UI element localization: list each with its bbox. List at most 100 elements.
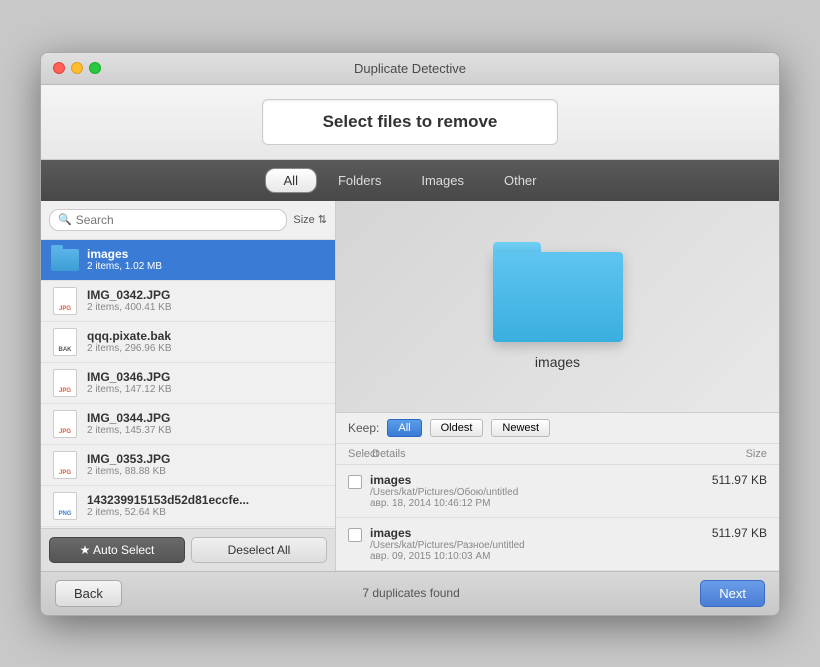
duplicate-item: images /Users/kat/Pictures/Разное/untitl… [336,518,779,571]
bottom-buttons: ★ Auto Select Deselect All [41,528,335,571]
file-name: IMG_0346.JPG [87,370,325,384]
back-button[interactable]: Back [55,580,122,607]
file-info: 143239915153d52d81eccfe... 2 items, 52.6… [87,493,325,518]
auto-select-button[interactable]: ★ Auto Select [49,537,185,563]
keep-row: Keep: All Oldest Newest [336,413,779,444]
main-window: Duplicate Detective Select files to remo… [40,52,780,616]
sort-label: Size [293,214,314,226]
dup-checkbox-1[interactable] [348,475,362,489]
tab-all[interactable]: All [265,168,317,193]
dup-size-2: 511.97 KB [687,526,767,540]
file-name: qqq.pixate.bak [87,329,325,343]
col-details-header: Details [372,448,687,460]
file-meta: 2 items, 52.64 KB [87,507,325,518]
file-meta: 2 items, 296.96 KB [87,343,325,354]
png-shape: PNG [53,492,77,520]
file-meta: 2 items, 145.37 KB [87,425,325,436]
file-meta: 2 items, 88.88 KB [87,466,325,477]
list-item[interactable]: JPG IMG_0342.JPG 2 items, 400.41 KB [41,281,335,322]
file-info: images 2 items, 1.02 MB [87,247,325,272]
dup-info-2: images /Users/kat/Pictures/Разное/untitl… [370,526,679,562]
sort-button[interactable]: Size ⇅ [293,213,327,226]
file-meta: 2 items, 147.12 KB [87,384,325,395]
header-banner: Select files to remove [41,85,779,160]
file-info: IMG_0346.JPG 2 items, 147.12 KB [87,370,325,395]
window-title: Duplicate Detective [354,61,466,76]
tab-images[interactable]: Images [402,168,483,193]
sort-icon: ⇅ [318,213,327,226]
keep-oldest-button[interactable]: Oldest [430,419,484,437]
left-panel: 🔍 Size ⇅ images 2 items, 1.02 M [41,201,336,571]
file-info: qqq.pixate.bak 2 items, 296.96 KB [87,329,325,354]
dup-info-1: images /Users/kat/Pictures/Обою/untitled… [370,473,679,509]
png-icon: PNG [51,492,79,520]
dup-path-1: /Users/kat/Pictures/Обою/untitled [370,487,679,498]
list-item[interactable]: JPG IMG_0346.JPG 2 items, 147.12 KB [41,363,335,404]
dup-date-2: авр. 09, 2015 10:10:03 AM [370,551,679,562]
file-name: IMG_0344.JPG [87,411,325,425]
dup-path-2: /Users/kat/Pictures/Разное/untitled [370,540,679,551]
jpg-icon: JPG [51,410,79,438]
jpg-icon: JPG [51,287,79,315]
jpg-icon: JPG [51,451,79,479]
dup-size-1: 511.97 KB [687,473,767,487]
header-title: Select files to remove [262,99,559,145]
file-info: IMG_0342.JPG 2 items, 400.41 KB [87,288,325,313]
duplicate-item: images /Users/kat/Pictures/Обою/untitled… [336,465,779,518]
dup-date-1: авр. 18, 2014 10:46:12 PM [370,498,679,509]
main-content: 🔍 Size ⇅ images 2 items, 1.02 M [41,201,779,571]
footer-status: 7 duplicates found [362,586,459,600]
jpg-shape: JPG [53,451,77,479]
search-input[interactable] [76,213,279,227]
list-item[interactable]: JPG IMG_0353.JPG 2 items, 88.88 KB [41,445,335,486]
search-bar: 🔍 Size ⇅ [41,201,335,240]
file-name: images [87,247,325,261]
list-item[interactable]: PNG 143239915153d52d81eccfe... 2 items, … [41,486,335,527]
titlebar: Duplicate Detective [41,53,779,85]
file-name: IMG_0353.JPG [87,452,325,466]
preview-name: images [535,354,580,370]
close-button[interactable] [53,62,65,74]
deselect-all-button[interactable]: Deselect All [191,537,327,563]
list-item[interactable]: images 2 items, 1.02 MB [41,240,335,281]
keep-label: Keep: [348,421,379,435]
col-size-header: Size [687,448,767,460]
folder-shape [51,249,79,271]
details-panel: Keep: All Oldest Newest Select Details S… [336,412,779,571]
search-wrapper: 🔍 [49,209,287,231]
minimize-button[interactable] [71,62,83,74]
file-meta: 2 items, 400.41 KB [87,302,325,313]
col-select-header: Select [348,448,372,460]
keep-all-button[interactable]: All [387,419,421,437]
tab-folders[interactable]: Folders [319,168,400,193]
preview-area: images [336,201,779,412]
search-icon: 🔍 [58,213,72,226]
list-item[interactable]: BAK qqq.pixate.bak 2 items, 296.96 KB [41,322,335,363]
tab-other[interactable]: Other [485,168,556,193]
bak-icon: BAK [51,328,79,356]
jpg-icon: JPG [51,369,79,397]
folder-preview-icon [493,242,623,342]
folder-icon [51,246,79,274]
dup-name-2: images [370,526,679,540]
keep-newest-button[interactable]: Newest [491,419,550,437]
footer-bar: Back 7 duplicates found Next [41,571,779,615]
file-info: IMG_0353.JPG 2 items, 88.88 KB [87,452,325,477]
file-info: IMG_0344.JPG 2 items, 145.37 KB [87,411,325,436]
list-item[interactable]: JPG IMG_0344.JPG 2 items, 145.37 KB [41,404,335,445]
file-list: images 2 items, 1.02 MB JPG IMG_0342.JPG… [41,240,335,528]
tabs-bar: All Folders Images Other [41,160,779,201]
jpg-shape: JPG [53,369,77,397]
file-name: 143239915153d52d81eccfe... [87,493,325,507]
maximize-button[interactable] [89,62,101,74]
jpg-shape: JPG [53,287,77,315]
traffic-lights [53,62,101,74]
details-header: Select Details Size [336,444,779,465]
right-panel: images Keep: All Oldest Newest Select De… [336,201,779,571]
next-button[interactable]: Next [700,580,765,607]
dup-name-1: images [370,473,679,487]
file-name: IMG_0342.JPG [87,288,325,302]
jpg-shape: JPG [53,410,77,438]
dup-checkbox-2[interactable] [348,528,362,542]
file-meta: 2 items, 1.02 MB [87,261,325,272]
